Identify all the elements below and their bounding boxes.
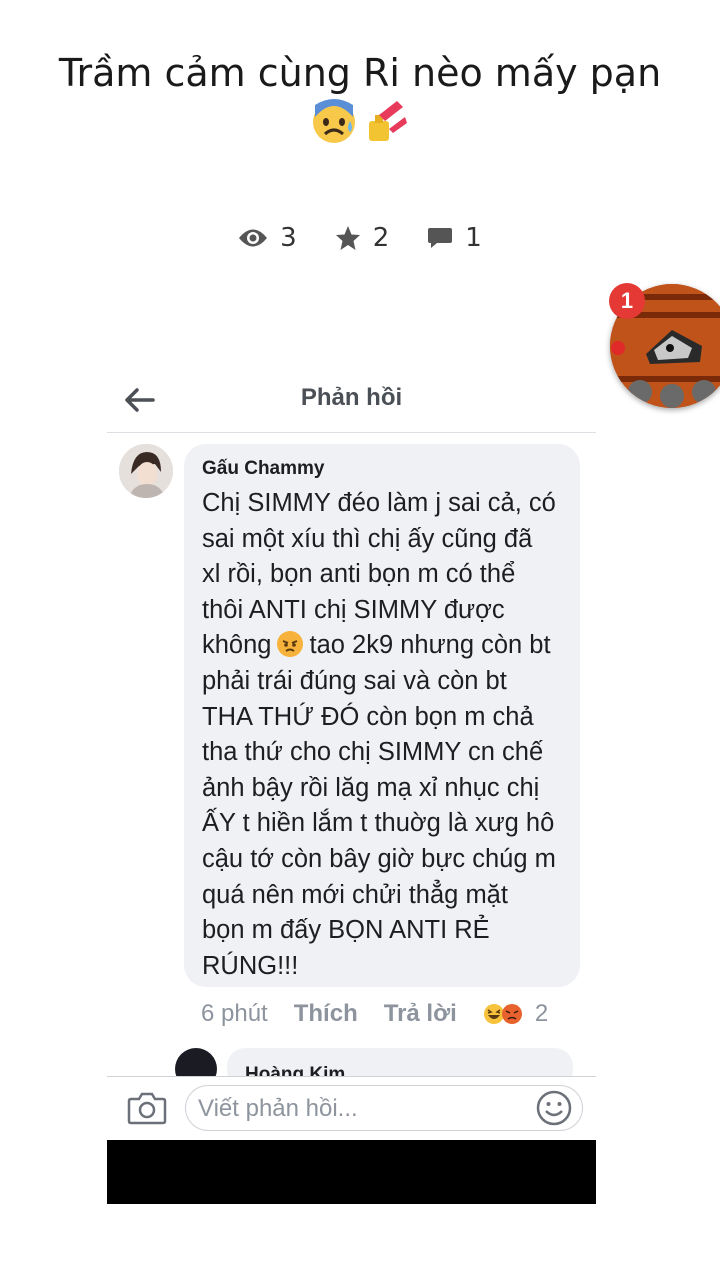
post-title: Trầm cảm cùng Ri nèo mấy pạn <box>58 51 662 95</box>
anxious-sweat-face-icon <box>313 99 355 143</box>
comment-line: thôi ANTI chị SIMMY được <box>202 595 505 624</box>
chat-head-badge: 1 <box>609 283 645 319</box>
comment-line: không <box>202 631 272 660</box>
nail-polish-icon <box>369 101 407 141</box>
comment-author[interactable]: Gấu Chammy <box>202 458 324 480</box>
facebook-reply-screenshot: Phản hồi Gấu Chammy Chị SIMMY đéo làm j … <box>107 368 596 1204</box>
comment-text: Chị SIMMY đéo làm j sai cả, có sai một x… <box>202 486 570 984</box>
comment-line: phải trái đúng sai và còn bt <box>202 666 507 695</box>
angry-reaction-icon <box>501 1004 522 1024</box>
comment-line: cậu tớ còn bây giờ bực chúg m <box>202 844 556 873</box>
title-emojis <box>0 98 720 146</box>
camera-icon[interactable] <box>127 1091 167 1125</box>
commenter-avatar-image <box>119 444 173 498</box>
pouting-face-icon <box>277 631 304 658</box>
comment-line: quá nên mới chửi thẳg mặt <box>202 880 508 909</box>
comment-line: RÚNG!!! <box>202 951 299 980</box>
screenshot-bottom-bar <box>107 1140 596 1204</box>
comment-bubble: Gấu Chammy Chị SIMMY đéo làm j sai cả, c… <box>184 444 580 987</box>
comment-line: ẤY t hiền lắm t thuờg là xưg hô <box>202 809 555 838</box>
comment-time: 6 phút <box>201 1000 268 1027</box>
comment-line: bọn m đấy BỌN ANTI RẺ <box>202 916 490 945</box>
reaction-count: 2 <box>534 1000 549 1027</box>
comments-count: 1 <box>465 223 482 253</box>
stars-count: 2 <box>372 223 390 253</box>
comment-line: Chị SIMMY đéo làm j sai cả, có <box>202 489 556 517</box>
comment-line-with-emoji: không tao 2k9 nhưng còn bt <box>202 628 570 664</box>
eye-icon <box>239 229 268 247</box>
comments-stat: 1 <box>427 223 482 253</box>
views-stat: 3 <box>238 223 297 253</box>
commenter-avatar <box>119 444 173 498</box>
views-count: 3 <box>280 223 297 253</box>
comment-line: THA THỨ ĐÓ còn bọn m chả <box>202 702 534 731</box>
screenshot-header: Phản hồi <box>107 368 596 433</box>
smiley-icon[interactable] <box>536 1090 572 1126</box>
comment-line: tao 2k9 nhưng còn bt <box>309 631 551 660</box>
screenshot-header-title: Phản hồi <box>300 384 403 411</box>
reply-placeholder: Viết phản hồi... <box>198 1095 358 1122</box>
comment-icon <box>428 228 453 248</box>
stars-stat: 2 <box>335 223 390 253</box>
reply-composer: Viết phản hồi... <box>107 1076 596 1141</box>
reactions[interactable] <box>483 1003 523 1025</box>
star-icon <box>335 226 360 250</box>
comment-line: tha thứ cho chị SIMMY cn chế <box>202 738 544 767</box>
reply-input[interactable]: Viết phản hồi... <box>185 1085 583 1131</box>
reply-button[interactable]: Trả lời <box>384 1000 457 1028</box>
comment-line: xl rồi, bọn anti bọn m có thể <box>202 560 516 589</box>
comment-line: sai một xíu thì chị ấy cũng đã <box>202 524 533 553</box>
comment-actions: 6 phút Thích Trả lời 2 <box>201 998 581 1030</box>
post-stats: 3 2 1 <box>0 218 720 258</box>
comment-line: ảnh bậy rồi lăg mạ xỉ nhục chị <box>202 773 540 802</box>
like-button[interactable]: Thích <box>294 1000 358 1028</box>
